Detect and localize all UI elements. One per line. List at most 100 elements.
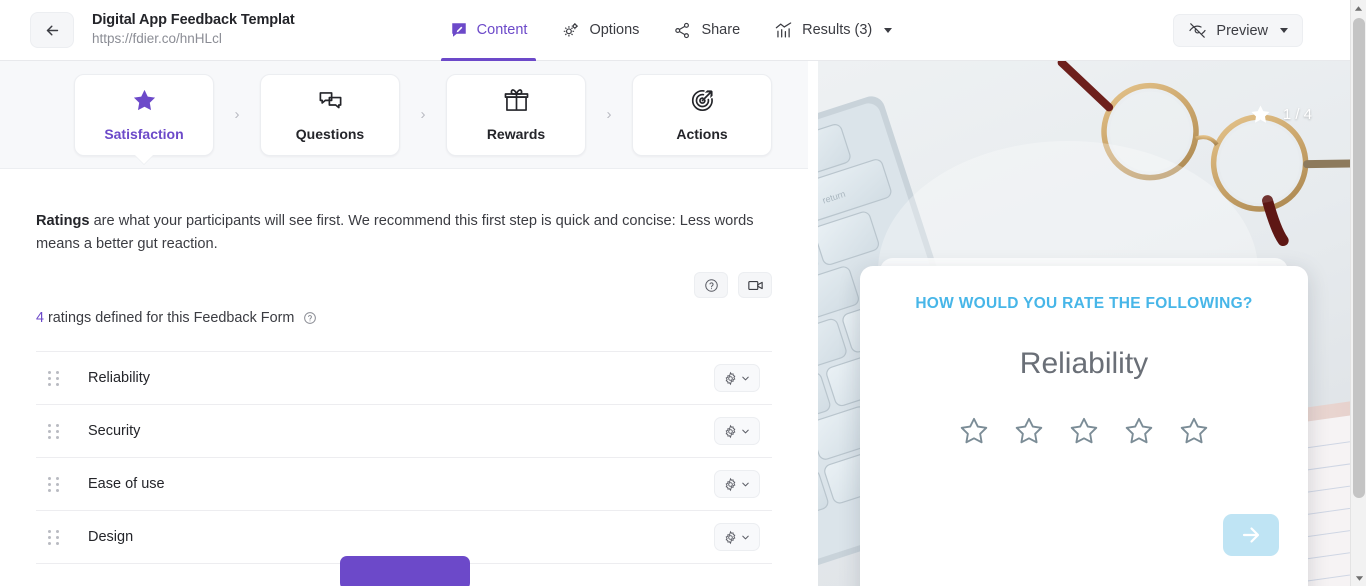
- rating-label: Design: [88, 529, 134, 546]
- wizard-step-rewards[interactable]: Rewards: [446, 73, 586, 156]
- app-root: Digital App Feedback Templat https://fdi…: [0, 0, 1366, 586]
- help-button[interactable]: [694, 272, 728, 299]
- arrow-right-icon: [1242, 527, 1260, 543]
- tab-label: Share: [701, 22, 741, 38]
- scroll-down-button[interactable]: [1351, 570, 1366, 586]
- scrollbar-thumb[interactable]: [1353, 18, 1365, 498]
- star-filled-icon: [1251, 105, 1270, 123]
- form-preview-panel: delete return shift: [818, 61, 1350, 586]
- ratings-count-text: 4 ratings defined for this Feedback Form: [36, 310, 294, 326]
- chevron-down-icon: [884, 27, 893, 33]
- ratings-count-number: 4: [36, 310, 45, 327]
- gift-icon: [503, 87, 530, 119]
- star-icon-4[interactable]: [1123, 415, 1155, 447]
- drag-handle-icon[interactable]: [36, 529, 72, 545]
- gear-icon: [725, 371, 736, 385]
- editor-body: Ratings are what your participants will …: [0, 210, 808, 586]
- form-url: https://fdier.co/hnHLcl: [92, 31, 222, 47]
- step-wizard: Satisfaction › Questions › Rewards › Act…: [0, 61, 808, 169]
- question-counter-badge: 1 / 4: [1249, 103, 1312, 126]
- intro-bold: Ratings: [36, 213, 90, 229]
- rating-label: Reliability: [88, 370, 151, 387]
- wizard-step-satisfaction[interactable]: Satisfaction: [74, 73, 214, 156]
- next-question-button[interactable]: [1223, 514, 1279, 556]
- rating-settings-button[interactable]: [714, 523, 760, 552]
- tab-options[interactable]: Options: [544, 0, 656, 61]
- preview-label: Preview: [1216, 22, 1268, 39]
- content-pencil-icon: [450, 21, 468, 39]
- tab-results[interactable]: Results (3): [757, 0, 909, 61]
- tab-label: Content: [476, 22, 528, 38]
- add-rating-button[interactable]: [340, 556, 470, 586]
- wizard-step-label: Satisfaction: [104, 126, 184, 142]
- caret-down-icon: [1355, 575, 1363, 581]
- back-button[interactable]: [30, 12, 74, 48]
- chevron-down-icon: [742, 376, 749, 381]
- chevron-down-icon: [1280, 28, 1288, 33]
- wizard-separator: ›: [420, 106, 426, 123]
- question-circle-icon[interactable]: [303, 311, 317, 325]
- question-circle-icon: [704, 278, 718, 292]
- table-row[interactable]: Reliability: [36, 352, 772, 406]
- tool-row: [36, 272, 772, 299]
- chat-bubbles-icon: [317, 87, 344, 119]
- preview-card: HOW WOULD YOU RATE THE FOLLOWING? Reliab…: [860, 266, 1308, 586]
- rating-settings-button[interactable]: [714, 364, 760, 393]
- gear-icon: [725, 530, 736, 544]
- question-counter-text: 1 / 4: [1282, 106, 1312, 123]
- target-arrow-icon: [689, 87, 716, 119]
- wizard-step-label: Rewards: [486, 126, 546, 142]
- drag-handle-icon[interactable]: [36, 423, 72, 439]
- gears-icon: [561, 21, 580, 40]
- page-scrollbar[interactable]: [1350, 0, 1366, 586]
- tab-share[interactable]: Share: [656, 0, 757, 61]
- ratings-count-row: 4 ratings defined for this Feedback Form: [36, 310, 772, 326]
- star-icon-2[interactable]: [1013, 415, 1045, 447]
- ratings-count-label: ratings defined for this Feedback Form: [48, 310, 295, 327]
- preview-button[interactable]: Preview: [1173, 14, 1303, 47]
- page-title: Digital App Feedback Templat: [92, 11, 295, 28]
- tab-label: Options: [589, 22, 640, 38]
- star-rating-control[interactable]: [860, 415, 1308, 447]
- wizard-separator: ›: [234, 106, 240, 123]
- wizard-step-label: Questions: [295, 126, 365, 142]
- eye-off-icon: [1189, 23, 1207, 38]
- preview-question: HOW WOULD YOU RATE THE FOLLOWING?: [915, 295, 1253, 312]
- chevron-down-icon: [742, 482, 749, 487]
- rating-settings-button[interactable]: [714, 417, 760, 446]
- intro-rest: are what your participants will see firs…: [36, 213, 754, 252]
- rating-settings-button[interactable]: [714, 470, 760, 499]
- title-block: Digital App Feedback Templat https://fdi…: [92, 11, 295, 49]
- tab-label: Results (3): [802, 22, 873, 38]
- wizard-step-questions[interactable]: Questions: [260, 73, 400, 156]
- main-tabs: Content Options Share Results (3): [433, 0, 910, 61]
- video-camera-icon: [747, 280, 763, 290]
- tab-content[interactable]: Content: [433, 0, 545, 61]
- gear-icon: [725, 477, 736, 491]
- editor-column: Satisfaction › Questions › Rewards › Act…: [0, 61, 808, 586]
- star-icon-1[interactable]: [958, 415, 990, 447]
- rating-label: Security: [88, 423, 141, 440]
- wizard-step-label: Actions: [676, 126, 728, 142]
- star-icon-5[interactable]: [1178, 415, 1210, 447]
- wizard-separator: ›: [606, 106, 612, 123]
- caret-up-icon: [1354, 5, 1363, 11]
- drag-handle-icon[interactable]: [36, 370, 72, 386]
- share-nodes-icon: [673, 21, 692, 40]
- star-icon: [131, 87, 158, 119]
- table-row[interactable]: Ease of use: [36, 458, 772, 512]
- arrow-left-icon: [46, 25, 58, 35]
- top-bar: Digital App Feedback Templat https://fdi…: [0, 0, 1350, 61]
- star-icon-3[interactable]: [1068, 415, 1100, 447]
- scroll-up-button[interactable]: [1351, 0, 1366, 16]
- ratings-list: Reliability Security Ease of use Design: [36, 351, 772, 565]
- drag-handle-icon[interactable]: [36, 476, 72, 492]
- bar-chart-icon: [774, 21, 793, 40]
- gear-icon: [725, 424, 736, 438]
- rating-label: Ease of use: [88, 476, 165, 493]
- wizard-step-actions[interactable]: Actions: [632, 73, 772, 156]
- preview-subject: Reliability: [1019, 347, 1149, 380]
- intro-paragraph: Ratings are what your participants will …: [36, 210, 771, 255]
- video-button[interactable]: [738, 272, 772, 299]
- table-row[interactable]: Security: [36, 405, 772, 459]
